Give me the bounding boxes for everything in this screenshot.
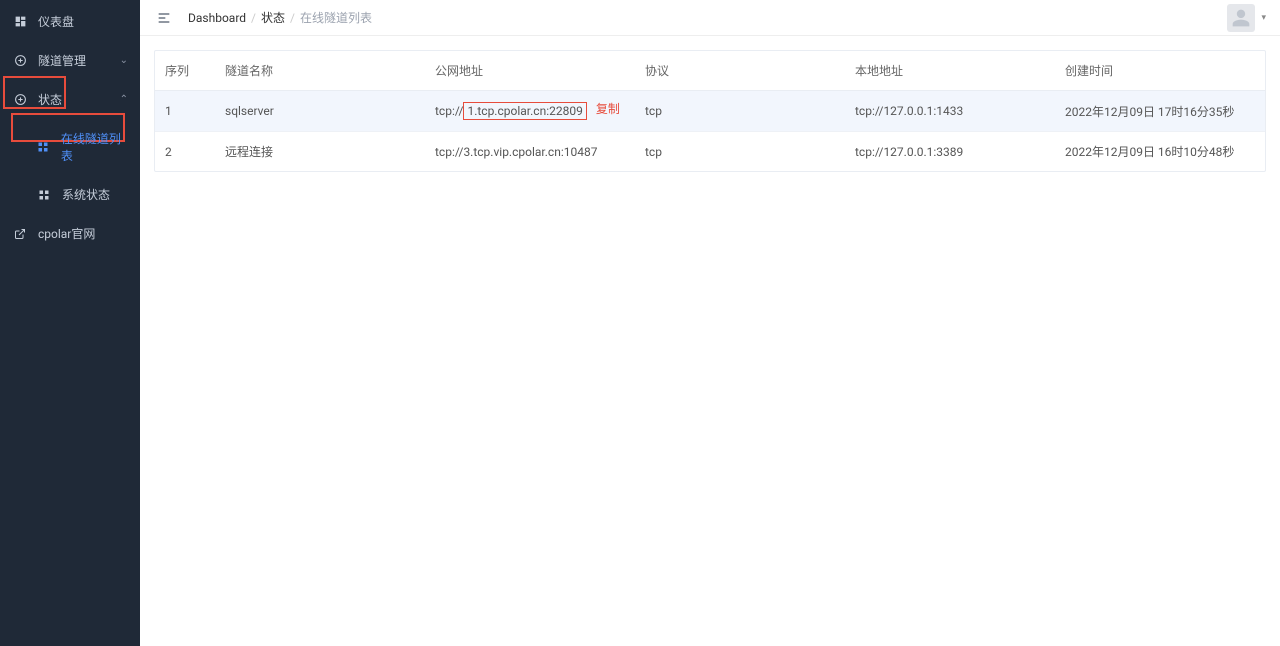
sidebar-item-label: cpolar官网 [38, 225, 95, 242]
grid-icon [36, 139, 51, 155]
sidebar-item-status[interactable]: 状态 ⌃ [0, 80, 140, 119]
sidebar-item-system-status[interactable]: 系统状态 [0, 175, 140, 214]
cell-name: 远程连接 [215, 132, 425, 171]
grid-icon [36, 187, 52, 203]
cell-seq: 2 [155, 132, 215, 171]
cell-name: sqlserver [215, 91, 425, 132]
chevron-up-icon: ⌃ [120, 94, 128, 105]
user-menu[interactable]: ▾ [1227, 4, 1266, 32]
content: 序列 隧道名称 公网地址 协议 本地地址 创建时间 1 sqlserver tc… [140, 36, 1280, 186]
cell-proto: tcp [635, 132, 845, 171]
chevron-down-icon: ⌄ [120, 55, 128, 66]
plus-circle-icon [12, 53, 28, 69]
sidebar-item-label: 状态 [38, 91, 62, 108]
topbar: Dashboard / 状态 / 在线隧道列表 ▾ [140, 0, 1280, 36]
menu-toggle-button[interactable] [154, 8, 174, 28]
external-link-icon [12, 226, 28, 242]
sidebar-item-label: 在线隧道列表 [61, 130, 128, 164]
dashboard-icon [12, 14, 28, 30]
th-seq: 序列 [155, 51, 215, 91]
th-local: 本地地址 [845, 51, 1055, 91]
sidebar: 仪表盘 隧道管理 ⌄ 状态 ⌃ 在线隧道列表 系统状态 [0, 0, 140, 646]
table-row[interactable]: 1 sqlserver tcp://1.tcp.cpolar.cn:22809 … [155, 91, 1265, 132]
th-time: 创建时间 [1055, 51, 1265, 91]
table-header-row: 序列 隧道名称 公网地址 协议 本地地址 创建时间 [155, 51, 1265, 91]
sidebar-item-cpolar-site[interactable]: cpolar官网 [0, 214, 140, 253]
th-name: 隧道名称 [215, 51, 425, 91]
breadcrumb-item-current: 在线隧道列表 [300, 9, 372, 26]
breadcrumb-item[interactable]: 状态 [261, 9, 285, 26]
sidebar-item-label: 系统状态 [62, 186, 110, 203]
cell-public: tcp://3.tcp.vip.cpolar.cn:10487 [425, 132, 635, 171]
tunnel-table: 序列 隧道名称 公网地址 协议 本地地址 创建时间 1 sqlserver tc… [154, 50, 1266, 172]
sidebar-item-tunnel-manage[interactable]: 隧道管理 ⌄ [0, 41, 140, 80]
sidebar-item-dashboard[interactable]: 仪表盘 [0, 2, 140, 41]
caret-down-icon: ▾ [1261, 13, 1266, 23]
cell-local: tcp://127.0.0.1:3389 [845, 132, 1055, 171]
sidebar-item-label: 仪表盘 [38, 13, 74, 30]
sidebar-item-online-tunnels[interactable]: 在线隧道列表 [0, 119, 140, 175]
plus-circle-icon [12, 92, 28, 108]
th-public: 公网地址 [425, 51, 635, 91]
copy-annotation: 复制 [596, 102, 620, 116]
breadcrumb-sep: / [251, 11, 256, 25]
cell-time: 2022年12月09日 17时16分35秒 [1055, 91, 1265, 132]
table-row[interactable]: 2 远程连接 tcp://3.tcp.vip.cpolar.cn:10487 t… [155, 132, 1265, 171]
public-prefix: tcp:// [435, 104, 463, 118]
cell-public: tcp://1.tcp.cpolar.cn:22809 复制 [425, 91, 635, 132]
th-proto: 协议 [635, 51, 845, 91]
breadcrumb-sep: / [290, 11, 295, 25]
cell-time: 2022年12月09日 16时10分48秒 [1055, 132, 1265, 171]
breadcrumb: Dashboard / 状态 / 在线隧道列表 [188, 9, 372, 26]
cell-proto: tcp [635, 91, 845, 132]
main-area: Dashboard / 状态 / 在线隧道列表 ▾ 序列 隧道名称 公网 [140, 0, 1280, 646]
sidebar-item-label: 隧道管理 [38, 52, 86, 69]
public-host-highlight: 1.tcp.cpolar.cn:22809 [463, 102, 586, 120]
breadcrumb-item[interactable]: Dashboard [188, 11, 246, 25]
cell-seq: 1 [155, 91, 215, 132]
avatar [1227, 4, 1255, 32]
cell-local: tcp://127.0.0.1:1433 [845, 91, 1055, 132]
